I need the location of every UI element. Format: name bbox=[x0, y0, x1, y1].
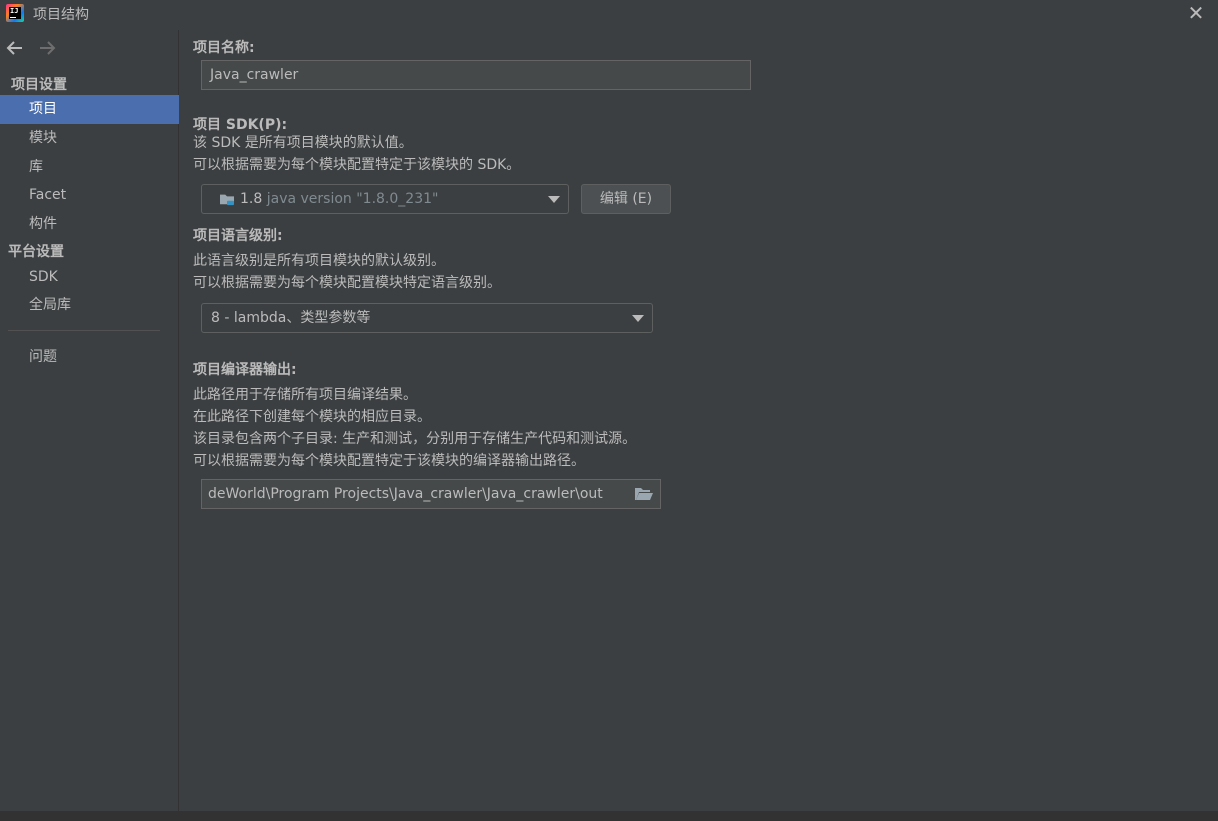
sdk-selected-version: java version "1.8.0_231" bbox=[266, 191, 439, 207]
sidebar-item-label: 构件 bbox=[29, 216, 57, 232]
language-level-select[interactable]: 8 - lambda、类型参数等 bbox=[201, 303, 653, 333]
sdk-select[interactable]: 1.8 java version "1.8.0_231" bbox=[201, 184, 569, 214]
main-panel: 项目名称: Java_crawler 项目 SDK(P): 该 SDK 是所有项… bbox=[180, 30, 1218, 811]
project-name-label: 项目名称: bbox=[193, 40, 255, 56]
language-description-line2: 可以根据需要为每个模块配置模块特定语言级别。 bbox=[193, 275, 501, 291]
sidebar-item-label: 全局库 bbox=[29, 297, 71, 313]
sidebar-item-facets[interactable]: Facet bbox=[0, 181, 179, 210]
compiler-output-path: deWorld\Program Projects\Java_crawler\Ja… bbox=[208, 486, 603, 502]
section-project-settings: 项目设置 bbox=[11, 77, 67, 93]
sidebar-item-label: SDK bbox=[29, 269, 58, 285]
sdk-folder-icon bbox=[220, 194, 234, 206]
sidebar-item-libraries[interactable]: 库 bbox=[0, 153, 179, 182]
compiler-description-line4: 可以根据需要为每个模块配置特定于该模块的编译器输出路径。 bbox=[193, 453, 585, 469]
project-name-input[interactable]: Java_crawler bbox=[201, 60, 751, 90]
sidebar-item-label: 库 bbox=[29, 159, 43, 175]
bottom-edge bbox=[0, 811, 1218, 821]
sidebar-item-modules[interactable]: 模块 bbox=[0, 124, 179, 153]
folder-open-icon[interactable] bbox=[634, 486, 654, 502]
close-icon[interactable]: ✕ bbox=[1186, 3, 1206, 23]
compiler-output-input[interactable]: deWorld\Program Projects\Java_crawler\Ja… bbox=[201, 479, 661, 509]
sidebar-divider bbox=[8, 330, 160, 331]
sidebar-item-sdks[interactable]: SDK bbox=[0, 263, 179, 292]
sidebar-item-label: Facet bbox=[29, 187, 67, 203]
compiler-description-line2: 在此路径下创建每个模块的相应目录。 bbox=[193, 409, 431, 425]
chevron-down-icon bbox=[548, 196, 560, 203]
title-bar: IJ 项目结构 ✕ bbox=[0, 0, 1218, 28]
sdk-description-line1: 该 SDK 是所有项目模块的默认值。 bbox=[193, 135, 413, 151]
sidebar-item-label: 模块 bbox=[29, 130, 57, 146]
compiler-output-label: 项目编译器输出: bbox=[193, 362, 297, 378]
sidebar-item-label: 问题 bbox=[29, 349, 57, 365]
window-title: 项目结构 bbox=[33, 7, 89, 23]
language-description-line1: 此语言级别是所有项目模块的默认级别。 bbox=[193, 253, 445, 269]
arrow-right-icon[interactable] bbox=[36, 38, 58, 58]
sdk-selected-name: 1.8 bbox=[240, 191, 263, 207]
sidebar-item-global-libraries[interactable]: 全局库 bbox=[0, 291, 179, 320]
section-platform-settings: 平台设置 bbox=[8, 244, 64, 260]
intellij-idea-icon: IJ bbox=[6, 4, 24, 22]
sdk-label: 项目 SDK(P): bbox=[193, 117, 288, 133]
language-level-value: 8 - lambda、类型参数等 bbox=[211, 310, 371, 326]
compiler-description-line3: 该目录包含两个子目录: 生产和测试，分别用于存储生产代码和测试源。 bbox=[193, 431, 637, 447]
sidebar-item-artifacts[interactable]: 构件 bbox=[0, 210, 179, 239]
sidebar-item-label: 项目 bbox=[29, 101, 57, 117]
compiler-description-line1: 此路径用于存储所有项目编译结果。 bbox=[193, 387, 417, 403]
sdk-description-line2: 可以根据需要为每个模块配置特定于该模块的 SDK。 bbox=[193, 157, 521, 173]
sidebar: 项目设置 项目 模块 库 Facet 构件 平台设置 SDK 全局库 问题 bbox=[0, 30, 179, 811]
sidebar-item-project[interactable]: 项目 bbox=[0, 95, 179, 124]
sdk-edit-button[interactable]: 编辑 (E) bbox=[581, 184, 671, 214]
chevron-down-icon bbox=[632, 315, 644, 322]
language-level-label: 项目语言级别: bbox=[193, 228, 283, 244]
sidebar-item-problems[interactable]: 问题 bbox=[0, 343, 179, 372]
arrow-left-icon[interactable] bbox=[4, 38, 26, 58]
